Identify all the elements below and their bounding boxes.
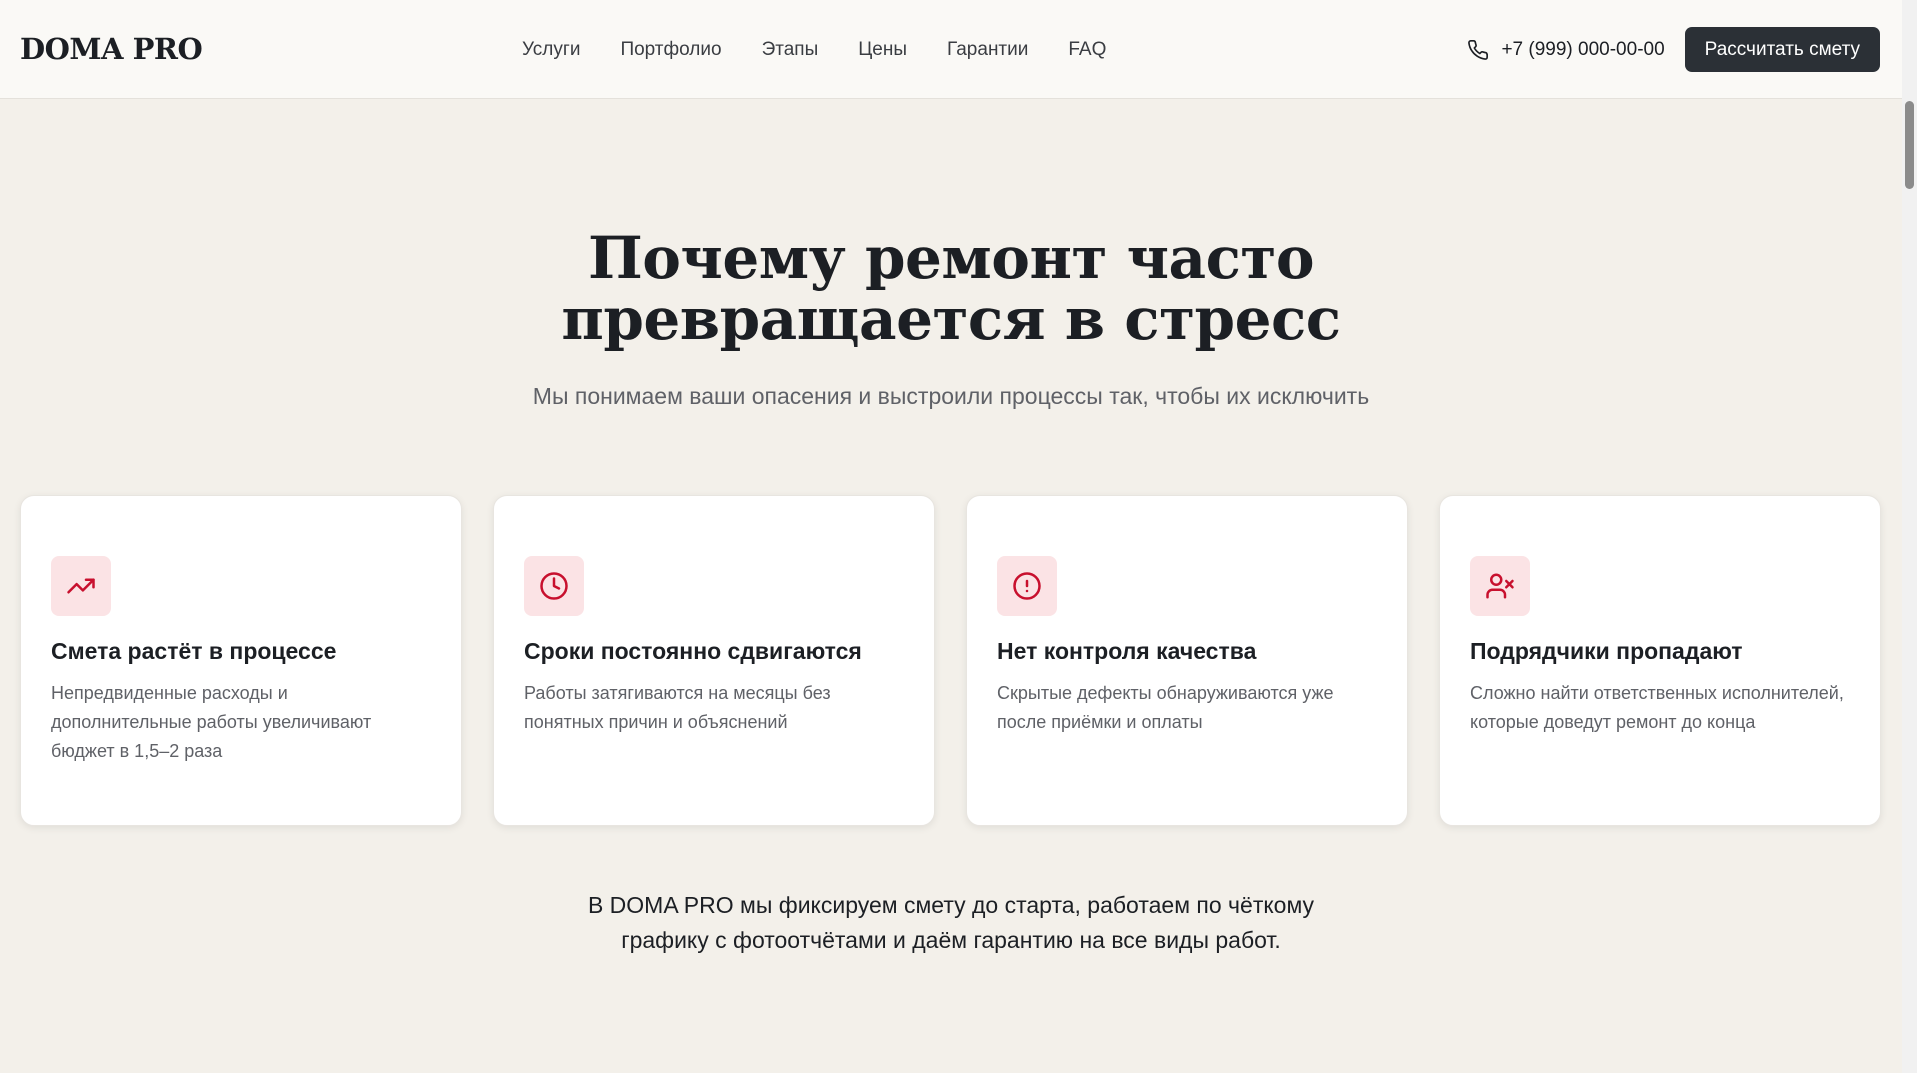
nav-link-prices[interactable]: Цены: [858, 39, 907, 61]
nav-link-stages[interactable]: Этапы: [762, 39, 819, 61]
section-summary-line1: В DOMA PRO мы фиксируем смету до старта,…: [587, 892, 1315, 918]
logo[interactable]: DOMA PRO: [20, 32, 420, 66]
nav-link-services[interactable]: Услуги: [522, 39, 580, 61]
card-text: Скрытые дефекты обнаруживаются уже после…: [997, 683, 1334, 732]
section-title: Почему ремонт часто превращается в стрес…: [0, 228, 1902, 350]
card-text: Сложно найти ответственных исполнителей,…: [1470, 683, 1844, 732]
trending-up-icon: [67, 578, 95, 594]
alert-circle-icon: [1013, 572, 1041, 600]
section-summary-line2: графику с фотоотчётами и даём гарантию н…: [621, 927, 1281, 953]
problem-cards: Смета растёт в процессе Непредвиденные р…: [20, 495, 1881, 826]
section-title-line2: превращается в стресс: [561, 285, 1341, 353]
problem-card: Подрядчики пропадают Сложно найти ответс…: [1439, 495, 1881, 826]
section-subtitle: Мы понимаем ваши опасения и выстроили пр…: [532, 383, 1370, 409]
user-x-icon: [1486, 573, 1514, 599]
card-text: Непредвиденные расходы и дополнительные …: [51, 683, 372, 761]
phone-number: +7 (999) 000-00-00: [1501, 38, 1665, 60]
page: DOMA PRO Услуги Портфолио Этапы Цены Гар…: [0, 0, 1917, 1073]
phone-icon: [1468, 39, 1489, 60]
card-icon-box: [1470, 556, 1530, 616]
clock-icon: [540, 572, 568, 600]
problem-card: Смета растёт в процессе Непредвиденные р…: [20, 495, 462, 826]
card-icon-box: [997, 556, 1057, 616]
section-title-line1: Почему ремонт часто: [587, 224, 1315, 292]
calculate-estimate-button[interactable]: Рассчитать смету: [1684, 27, 1880, 72]
card-icon-box: [524, 556, 584, 616]
card-text: Работы затягиваются на месяцы без понятн…: [524, 683, 831, 732]
problem-card: Сроки постоянно сдвигаются Работы затяги…: [493, 495, 935, 826]
card-icon-box: [51, 556, 111, 616]
card-title: Сроки постоянно сдвигаются: [524, 638, 862, 664]
nav-link-guarantees[interactable]: Гарантии: [947, 39, 1028, 61]
scrollbar[interactable]: [1902, 0, 1917, 1073]
scrollbar-thumb[interactable]: [1905, 101, 1914, 189]
nav-link-portfolio[interactable]: Портфолио: [620, 39, 721, 61]
section-summary: В DOMA PRO мы фиксируем смету до старта,…: [0, 888, 1902, 958]
phone-link[interactable]: +7 (999) 000-00-00: [1467, 38, 1665, 61]
main-nav: Услуги Портфолио Этапы Цены Гарантии FAQ: [522, 0, 1106, 99]
card-title: Подрядчики пропадают: [1470, 638, 1743, 664]
card-title: Нет контроля качества: [997, 638, 1257, 664]
nav-link-faq[interactable]: FAQ: [1068, 39, 1106, 61]
card-title: Смета растёт в процессе: [51, 638, 337, 664]
site-header: DOMA PRO Услуги Портфолио Этапы Цены Гар…: [0, 0, 1902, 99]
problem-card: Нет контроля качества Скрытые дефекты об…: [966, 495, 1408, 826]
header-actions: +7 (999) 000-00-00 Рассчитать смету: [1467, 0, 1880, 99]
